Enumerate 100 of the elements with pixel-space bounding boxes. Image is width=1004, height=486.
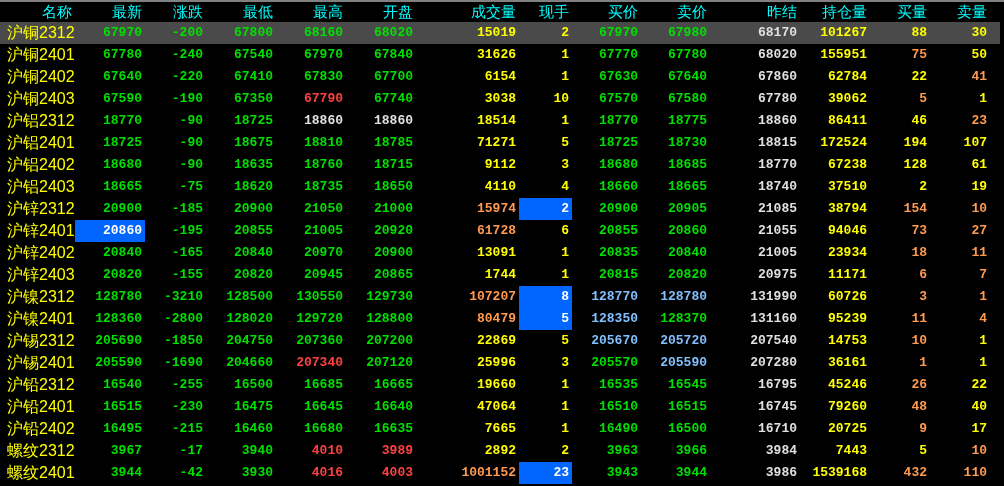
column-header[interactable]: 持仓量 (800, 2, 870, 22)
table-cell: -17 (179, 443, 203, 458)
table-cell: 1 (919, 355, 927, 370)
column-header[interactable]: 最新 (75, 2, 145, 22)
table-cell: -200 (171, 25, 203, 40)
table-cell: 101267 (820, 25, 867, 40)
table-cell: -185 (171, 201, 203, 216)
table-cell: 68020 (758, 47, 797, 62)
column-header[interactable]: 现手 (519, 2, 572, 22)
table-cell: 4 (561, 179, 569, 194)
contract-name: 螺纹2312 (6, 441, 75, 461)
table-cell: 207360 (296, 333, 343, 348)
column-header[interactable]: 涨跌 (145, 2, 206, 22)
table-cell: 207540 (750, 333, 797, 348)
table-cell: 11 (911, 311, 927, 326)
table-cell: 18760 (304, 157, 343, 172)
table-cell: 23934 (828, 245, 867, 260)
column-header[interactable]: 买量 (870, 2, 930, 22)
table-cell: 1 (561, 69, 569, 84)
column-header[interactable]: 最低 (206, 2, 276, 22)
column-header[interactable]: 名称 (0, 2, 75, 22)
table-cell: 2 (919, 179, 927, 194)
column-header[interactable]: 卖量 (930, 2, 990, 22)
table-cell: 62784 (828, 69, 867, 84)
selected-row[interactable]: 沪铜2312 67970 -200 67800 68160 68020 15019 2 67970 67980 68170 101267 88 30 (0, 22, 1000, 44)
table-cell: 67970 (103, 25, 142, 40)
table-cell: 3 (561, 355, 569, 370)
table-cell: 16540 (103, 377, 142, 392)
table-cell: 204660 (226, 355, 273, 370)
column-header[interactable]: 开盘 (346, 2, 416, 22)
table-cell: 20725 (828, 421, 867, 436)
column-header[interactable]: 买价 (572, 2, 641, 22)
table-cell: 205590 (95, 355, 142, 370)
table-cell: -195 (171, 223, 203, 238)
column-header[interactable]: 昨结 (710, 2, 800, 22)
table-cell: 16665 (374, 377, 413, 392)
table-cell: 18715 (374, 157, 413, 172)
contract-name: 沪锌2312 (6, 199, 75, 219)
contract-name: 沪铅2402 (6, 419, 75, 439)
table-cell: 1744 (484, 267, 516, 282)
table-cell: 20855 (234, 223, 273, 238)
table-cell: 11171 (828, 267, 867, 282)
contract-name: 沪锌2401 (6, 221, 75, 241)
table-cell: 20860 (103, 223, 142, 238)
table-cell: 41 (971, 69, 987, 84)
table-cell: -3210 (164, 289, 203, 304)
contract-name: 沪铝2401 (6, 133, 75, 153)
table-cell: -90 (179, 157, 203, 172)
table-cell: 1 (561, 421, 569, 436)
contract-name: 沪铜2401 (6, 45, 75, 65)
table-cell: 46 (911, 113, 927, 128)
table-cell: 432 (903, 465, 927, 480)
table-cell: 20860 (668, 223, 707, 238)
table-cell: 10 (553, 91, 569, 106)
table-cell: 48 (911, 399, 927, 414)
table-cell: 16515 (103, 399, 142, 414)
table-cell: 18514 (477, 113, 516, 128)
table-cell: 18810 (304, 135, 343, 150)
table-cell: 207200 (366, 333, 413, 348)
table-cell: 20840 (103, 245, 142, 260)
column-header[interactable]: 成交量 (416, 2, 519, 22)
table-cell: 18685 (668, 157, 707, 172)
table-cell: 37510 (828, 179, 867, 194)
table-cell: 110 (963, 465, 987, 480)
table-cell: 1 (561, 377, 569, 392)
column-header[interactable]: 最高 (276, 2, 346, 22)
table-cell: 19 (971, 179, 987, 194)
table-cell: 16510 (599, 399, 638, 414)
table-cell: 2892 (484, 443, 516, 458)
table-cell: -2800 (164, 311, 203, 326)
table-cell: 20905 (668, 201, 707, 216)
table-cell: 1 (561, 267, 569, 282)
table-cell: 16495 (103, 421, 142, 436)
table-cell: 3943 (606, 465, 638, 480)
table-cell: 5 (561, 135, 569, 150)
table-cell: 18770 (599, 113, 638, 128)
table-cell: 80479 (477, 311, 516, 326)
table-cell: -190 (171, 91, 203, 106)
table-cell: 128020 (226, 311, 273, 326)
table-cell: 68020 (374, 25, 413, 40)
contract-name: 沪铝2402 (6, 155, 75, 175)
table-cell: 20820 (668, 267, 707, 282)
table-cell: 1001152 (461, 465, 516, 480)
table-cell: 207340 (296, 355, 343, 370)
contract-name: 沪铜2402 (6, 67, 75, 87)
table-cell: 67570 (599, 91, 638, 106)
table-cell: 3 (561, 157, 569, 172)
table-cell: 16535 (599, 377, 638, 392)
table-cell: 7665 (484, 421, 516, 436)
table-cell: 67590 (103, 91, 142, 106)
table-cell: 30 (971, 25, 987, 40)
column-header[interactable]: 卖价 (641, 2, 710, 22)
table-cell: 1539168 (812, 465, 867, 480)
table-cell: -165 (171, 245, 203, 260)
table-cell: 7 (979, 267, 987, 282)
table-cell: 18725 (599, 135, 638, 150)
contract-name: 沪锌2403 (6, 265, 75, 285)
table-cell: 79260 (828, 399, 867, 414)
table-cell: 75 (911, 47, 927, 62)
table-cell: 18 (911, 245, 927, 260)
